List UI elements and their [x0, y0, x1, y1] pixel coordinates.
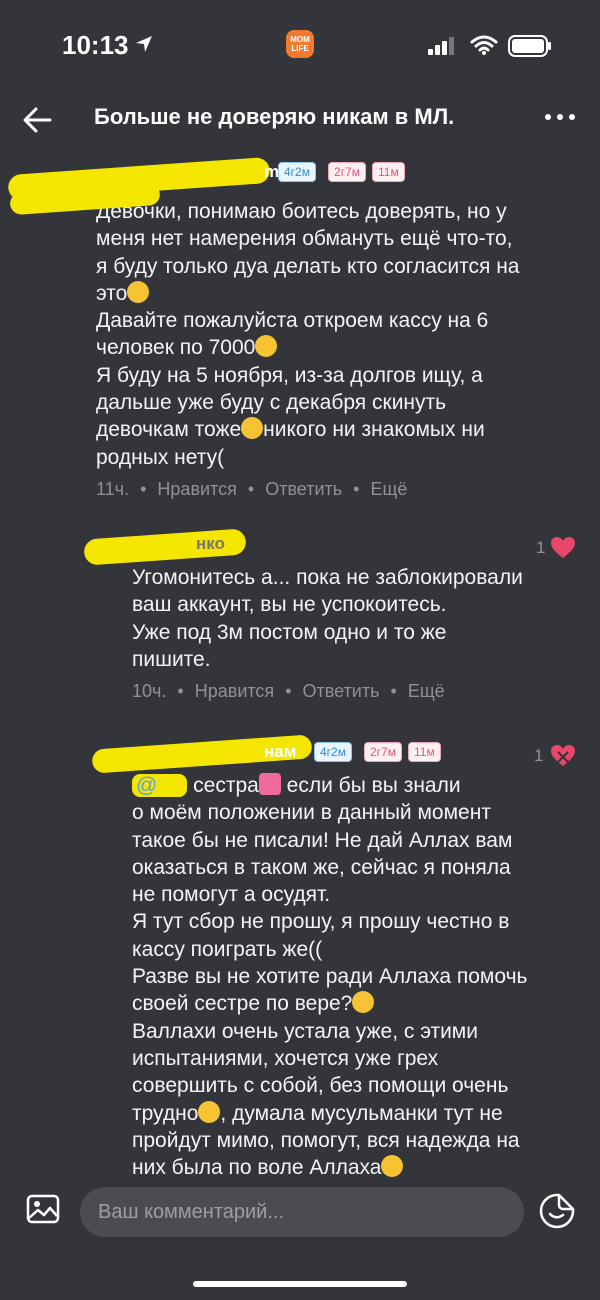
app-badge: MOM LIFE	[286, 30, 314, 58]
reply-link[interactable]: Ответить	[303, 681, 380, 701]
like-count: 1	[536, 538, 546, 557]
comment-input-bar: Ваш комментарий...	[0, 1180, 600, 1300]
reply-link[interactable]: Ответить	[265, 479, 342, 499]
heart-icon[interactable]	[550, 536, 576, 560]
comment-username[interactable]: нам	[264, 742, 296, 762]
sad-emoji-icon	[255, 335, 278, 358]
comment-meta: 10ч. • Нравится • Ответить • Ещё	[132, 681, 445, 702]
sticker-icon[interactable]	[538, 1192, 576, 1230]
mention-link[interactable]: @	[132, 774, 188, 797]
like-count: 1	[534, 746, 544, 765]
child-age-tag: 2г7м	[328, 162, 366, 182]
more-icon[interactable]	[540, 102, 580, 132]
weary-emoji-icon	[241, 417, 264, 440]
signal-icon	[428, 37, 454, 55]
child-age-tag: 2г7м	[364, 742, 402, 762]
page-title: Больше не доверяю никам в МЛ.	[94, 104, 455, 129]
like-link[interactable]: Нравится	[195, 681, 274, 701]
comment-input[interactable]: Ваш комментарий...	[80, 1187, 524, 1237]
crying-emoji-icon	[381, 1155, 404, 1178]
more-link[interactable]: Ещё	[408, 681, 445, 701]
image-icon[interactable]	[26, 1192, 60, 1226]
comment-text: @ сестра если бы вы знали о моём положен…	[132, 773, 528, 1180]
weary-emoji-icon	[198, 1100, 221, 1123]
broken-heart-icon[interactable]	[550, 744, 576, 768]
comment-time: 10ч.	[132, 681, 167, 702]
comment-time: 11ч.	[96, 478, 130, 499]
child-age-tag: 4г2м	[278, 162, 316, 182]
location-icon	[136, 36, 152, 52]
more-link[interactable]: Ещё	[371, 479, 408, 499]
child-age-tag: 4г2м	[314, 742, 352, 762]
status-bar: 10:13 MOM LIFE	[0, 0, 600, 90]
crying-emoji-icon	[127, 280, 150, 303]
like-link[interactable]: Нравится	[157, 479, 236, 499]
wifi-icon	[470, 35, 498, 55]
status-time: 10:13	[62, 30, 129, 60]
battery-icon	[508, 35, 551, 57]
home-indicator	[193, 1281, 407, 1287]
heart-gift-emoji-icon	[258, 773, 281, 795]
child-age-tag: 11м	[408, 742, 441, 762]
header: Больше не доверяю никам в МЛ.	[0, 90, 600, 150]
comment-username[interactable]: нко	[196, 534, 225, 554]
comment-username[interactable]: m	[264, 162, 279, 182]
comment-text: Девочки, понимаю боитесь доверять, но у …	[96, 200, 520, 469]
comment-meta: 11ч. • Нравится • Ответить • Ещё	[96, 478, 408, 499]
pensive-emoji-icon	[352, 991, 375, 1014]
comment-2: нко 1 Угомонитесь а... пока не заблокиро…	[0, 528, 600, 702]
back-icon[interactable]	[20, 102, 56, 138]
comment-1: m 4г2м 2г7м 11м Девочки, понимаю боитесь…	[0, 156, 600, 500]
child-age-tag: 11м	[372, 162, 405, 182]
comment-3: нам 4г2м 2г7м 11м 1 @ сестра если бы вы …	[0, 734, 600, 1181]
comment-text: Угомонитесь а... пока не заблокировали в…	[132, 566, 523, 671]
